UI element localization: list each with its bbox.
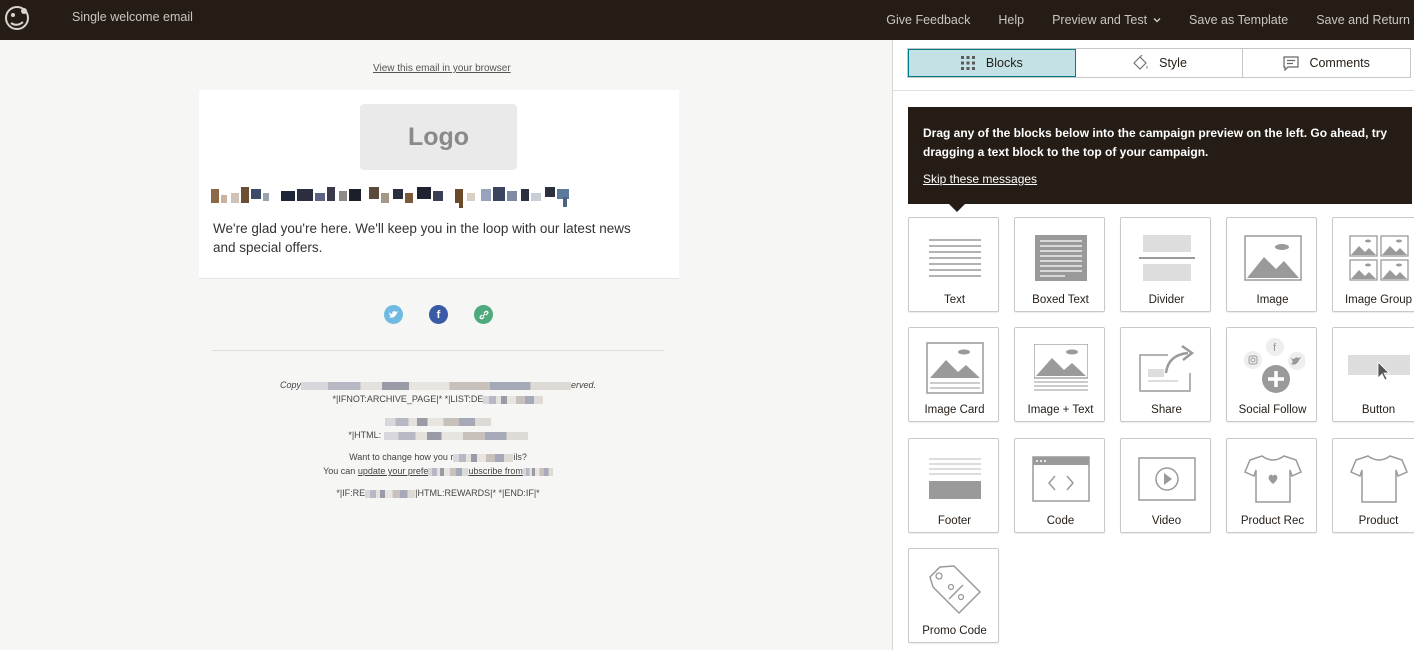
block-boxed-text[interactable]: Boxed Text: [1014, 217, 1105, 312]
view-in-browser-link[interactable]: View this email in your browser: [373, 63, 511, 74]
help-link[interactable]: Help: [998, 13, 1024, 27]
redacted-text: [301, 381, 571, 390]
block-promo-code[interactable]: Promo Code: [908, 548, 999, 643]
paint-bucket-icon: [1133, 55, 1148, 70]
block-footer[interactable]: Footer: [908, 438, 999, 533]
link-icon[interactable]: [474, 305, 493, 324]
chevron-down-icon: [1153, 17, 1161, 23]
redacted-text: [483, 395, 544, 404]
image-group-icon: [1348, 235, 1409, 281]
logo-placeholder[interactable]: Logo: [360, 104, 517, 170]
change-prefs-line: Want to change how you r ils?: [349, 452, 527, 462]
block-social-follow[interactable]: f Social Follow: [1226, 327, 1317, 422]
welcome-text[interactable]: We're glad you're here. We'll keep you i…: [213, 219, 653, 257]
block-image-card[interactable]: Image Card: [908, 327, 999, 422]
video-icon: [1137, 457, 1196, 501]
twitter-icon[interactable]: [384, 305, 403, 324]
redacted-text: [428, 467, 469, 476]
boxed-text-icon: [1034, 235, 1087, 281]
tab-style[interactable]: Style: [1075, 49, 1244, 77]
skip-messages-link[interactable]: Skip these messages: [923, 170, 1037, 189]
block-image[interactable]: Image: [1226, 217, 1317, 312]
redacted-text: [365, 489, 416, 498]
redacted-text: [453, 453, 514, 462]
comment-icon: [1283, 55, 1300, 71]
product-rec-icon: [1243, 455, 1302, 503]
html-line: *|HTML:: [230, 428, 646, 442]
redacted-text: [385, 417, 491, 426]
image-text-icon: [1033, 344, 1088, 391]
social-follow-icon: f: [1243, 338, 1305, 393]
block-share[interactable]: Share: [1120, 327, 1211, 422]
preview-and-test-menu[interactable]: Preview and Test: [1052, 13, 1161, 27]
button-icon: [1347, 355, 1410, 381]
block-button[interactable]: Button: [1332, 327, 1414, 422]
tip-text: Drag any of the blocks below into the ca…: [923, 126, 1388, 159]
share-icon: [1138, 344, 1194, 392]
tab-blocks[interactable]: Blocks: [908, 49, 1076, 77]
divider-icon: [1138, 235, 1195, 281]
promo-code-icon: [928, 565, 981, 615]
facebook-icon[interactable]: f: [429, 305, 448, 324]
tab-style-label: Style: [1159, 56, 1187, 70]
block-code[interactable]: Code: [1014, 438, 1105, 533]
rewards-line: *|IF:RE |HTML:REWARDS|* *|END:IF|*: [336, 488, 540, 498]
unsubscribe-link[interactable]: ubscribe from: [468, 466, 523, 476]
email-body-section[interactable]: Logo We're glad you're here. We'll keep …: [199, 90, 679, 279]
editor-panel: Blocks Style Comments Drag any of the bl…: [892, 40, 1414, 650]
block-divider[interactable]: Divider: [1120, 217, 1211, 312]
redacted-text: [522, 467, 553, 476]
grid-icon: [960, 56, 975, 70]
campaign-preview[interactable]: View this email in your browser Logo We'…: [0, 40, 892, 650]
top-bar: Single welcome email Give Feedback Help …: [0, 0, 1414, 40]
onboarding-tip: Drag any of the blocks below into the ca…: [908, 107, 1412, 204]
product-icon: [1349, 455, 1408, 503]
image-icon: [1243, 235, 1302, 281]
save-as-template-button[interactable]: Save as Template: [1189, 13, 1288, 27]
update-preferences-link[interactable]: update your prefe: [358, 466, 429, 476]
tip-pointer: [949, 204, 965, 212]
text-lines-icon: [928, 239, 981, 277]
footer-icon: [928, 458, 981, 499]
block-text[interactable]: Text: [908, 217, 999, 312]
panel-divider: [893, 90, 1414, 91]
tab-blocks-label: Blocks: [985, 56, 1023, 70]
copyright-line: Copy erved.: [279, 380, 597, 390]
mailchimp-logo-icon[interactable]: [2, 2, 32, 32]
redacted-text: [383, 431, 528, 440]
give-feedback-link[interactable]: Give Feedback: [886, 13, 970, 27]
ifnot-line: *|IFNOT:ARCHIVE_PAGE|* *|LIST:DE: [230, 392, 646, 406]
email-footer[interactable]: Copy erved. *|IFNOT:ARCHIVE_PAGE|* *|LIST…: [230, 378, 646, 500]
panel-tabs: Blocks Style Comments: [907, 48, 1411, 78]
campaign-title: Single welcome email: [72, 10, 193, 24]
tab-comments-label: Comments: [1309, 56, 1370, 70]
block-image-text[interactable]: Image + Text: [1014, 327, 1105, 422]
address-line: [230, 414, 646, 428]
block-video[interactable]: Video: [1120, 438, 1211, 533]
code-icon: [1031, 456, 1090, 502]
block-product-rec[interactable]: Product Rec: [1226, 438, 1317, 533]
tab-comments[interactable]: Comments: [1243, 49, 1411, 77]
social-share-row: f: [384, 305, 493, 324]
image-card-icon: [925, 342, 984, 394]
update-prefs-line: You can update your prefe ubscribe from: [230, 464, 646, 478]
top-nav: Give Feedback Help Preview and Test Save…: [886, 0, 1414, 40]
footer-divider: [212, 350, 664, 351]
block-image-group[interactable]: Image Group: [1332, 217, 1414, 312]
preview-and-test-label: Preview and Test: [1052, 13, 1148, 27]
redacted-heading: [211, 187, 569, 208]
block-product[interactable]: Product: [1332, 438, 1414, 533]
save-and-return-button[interactable]: Save and Return: [1316, 13, 1410, 27]
